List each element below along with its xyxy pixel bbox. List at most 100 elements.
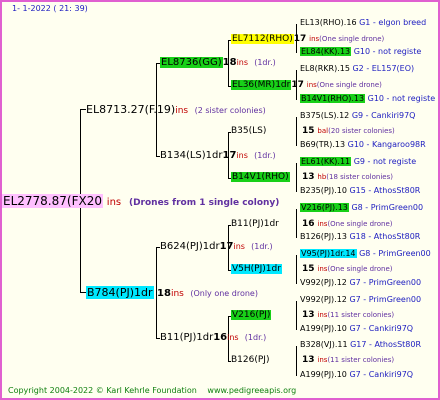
gen3-ins: ins: [317, 356, 328, 364]
gen3-name: B11(PJ)1dr: [231, 219, 279, 229]
root-ins: ins: [106, 197, 122, 208]
gen3-detail: 13 ins(11 sister colonies): [302, 356, 394, 365]
gen4-node[interactable]: EL8(RKR).15 G2 - EL157(EO): [300, 65, 414, 73]
gen4-node[interactable]: A199(PJ).10 G7 - Cankiri97Q: [300, 371, 413, 379]
gen3-note: (11 sister colonies): [327, 356, 395, 364]
gen4-name: EL13(RHO).16: [300, 18, 357, 27]
gen3-node[interactable]: B14V1(RHO): [231, 172, 290, 182]
parent-node[interactable]: EL8713.27(F.19)ins (2 sister colonies): [86, 104, 266, 116]
grandparent-ins: ins: [236, 58, 249, 67]
gen3-ins: ins: [317, 220, 328, 228]
gen4-info: G10 - not registe: [353, 47, 422, 56]
gen4-name: V216(PJ).13: [300, 203, 349, 212]
gen4-info: G15 - AthosSt80R: [349, 186, 421, 195]
gen4-node[interactable]: B328(VJ).11 G17 - AthosSt80R: [300, 341, 421, 349]
header-date: 1- 1-2022 ( 21: 39): [12, 4, 88, 13]
gen3-node[interactable]: V216(PJ): [231, 310, 272, 320]
grandparent-name: B134(LS)1dr: [160, 150, 223, 161]
gen3-node[interactable]: B126(PJ): [231, 356, 269, 365]
gen3-node[interactable]: B35(LS): [231, 127, 266, 136]
gen4-node[interactable]: B235(PJ).10 G15 - AthosSt80R: [300, 187, 420, 195]
parent-name: EL8713.27(F.19): [86, 103, 176, 116]
connector: [296, 301, 297, 330]
gen4-info: G7 - Cankiri97Q: [349, 370, 414, 379]
gen3-name: V5H(PJ)1dr: [231, 264, 282, 274]
gen3-num: 15: [302, 126, 315, 136]
gen4-info: G9 - Cankiri97Q: [351, 111, 416, 120]
gen3-note: (11 sister colonies): [327, 311, 395, 319]
gen4-name: A199(PJ).10: [300, 370, 347, 379]
gen4-node[interactable]: V95(PJ)1dr.14 G8 - PrimGreen00: [300, 249, 431, 258]
root-node[interactable]: EL2778.87(FX20 ins (Drones from 1 single…: [2, 194, 279, 208]
grandparent-num: 18: [222, 57, 237, 68]
parent-note: (Only one drone): [190, 289, 258, 298]
gen3-node[interactable]: EL36(MR)1dr17 ins(One single drone): [231, 80, 382, 90]
gen4-name: B235(PJ).10: [300, 186, 347, 195]
gen3-node[interactable]: V5H(PJ)1dr: [231, 264, 282, 274]
gen4-node[interactable]: V992(PJ).12 G7 - PrimGreen00: [300, 279, 421, 287]
gen4-info: G10 - Kangaroo98R: [347, 140, 426, 149]
gen4-node[interactable]: B375(LS).12 G9 - Cankiri97Q: [300, 112, 415, 120]
gen3-num: 15: [302, 264, 315, 274]
grandparent-note: (1dr.): [254, 151, 276, 160]
gen4-name: B126(PJ).13: [300, 232, 347, 241]
grandparent-num: 17: [219, 241, 234, 252]
grandparent-node[interactable]: EL8736(GG)18ins (1dr.): [160, 57, 276, 68]
parent-ins: ins: [170, 289, 184, 299]
gen4-name: EL8(RKR).15: [300, 64, 350, 73]
connector: [296, 163, 297, 192]
grandparent-node[interactable]: B624(PJ)1dr17ins (1dr.): [160, 242, 273, 252]
gen3-node[interactable]: B11(PJ)1dr: [231, 220, 279, 229]
gen4-node[interactable]: EL84(KK).13 G10 - not registe: [300, 47, 422, 56]
gen4-name: EL84(KK).13: [300, 47, 352, 56]
grandparent-note: (1dr.): [244, 333, 267, 342]
gen4-name: B328(VJ).11: [300, 340, 348, 349]
gen3-name: EL7112(RHO): [231, 34, 294, 44]
grandparent-name: B11(PJ)1dr: [160, 332, 214, 343]
gen4-node[interactable]: B126(PJ).13 G18 - AthosSt80R: [300, 233, 420, 241]
grandparent-node[interactable]: B11(PJ)1dr16ins (1dr.): [160, 333, 266, 343]
gen4-node[interactable]: A199(PJ).10 G7 - Cankiri97Q: [300, 325, 413, 333]
grandparent-ins: ins: [236, 151, 248, 160]
gen4-node[interactable]: B69(TR).13 G10 - Kangaroo98R: [300, 141, 426, 149]
gen4-info: G9 - not registe: [353, 157, 417, 166]
grandparent-node[interactable]: B134(LS)1dr17ins (1dr.): [160, 151, 276, 161]
gen3-name: EL36(MR)1dr: [231, 80, 292, 90]
gen3-ins: ins: [309, 35, 320, 43]
gen4-info: G7 - PrimGreen00: [349, 295, 422, 304]
parent-num: 18: [157, 288, 171, 299]
gen3-note: (One single drone): [327, 265, 393, 273]
gen3-num: 13: [302, 172, 315, 182]
gen4-name: B69(TR).13: [300, 140, 346, 149]
gen3-node[interactable]: EL7112(RHO)17 ins(One single drone): [231, 34, 385, 44]
connector: [296, 255, 297, 284]
gen3-ins: bal: [317, 127, 329, 135]
gen3-ins: ins: [317, 265, 328, 273]
grandparent-ins: ins: [233, 242, 245, 251]
parent-node[interactable]: B784(PJ)1dr 18ins (Only one drone): [86, 286, 258, 299]
parent-name: B784(PJ)1dr: [86, 286, 154, 299]
pedigree-frame: 1- 1-2022 ( 21: 39) EL2778.87(FX20 ins (…: [0, 0, 440, 400]
gen4-name: B14V1(RHO).13: [300, 94, 366, 103]
gen4-node[interactable]: EL61(KK).11 G9 - not registe: [300, 157, 417, 166]
gen3-detail: 13 hb(18 sister colonies): [302, 173, 393, 182]
root-name: EL2778.87(FX20: [2, 194, 103, 208]
gen4-name: V95(PJ)1dr.14: [300, 249, 357, 258]
grandparent-note: (1dr.): [254, 58, 276, 67]
gen3-ins: ins: [306, 81, 317, 89]
grandparent-num: 17: [222, 150, 237, 161]
gen3-name: B126(PJ): [231, 355, 270, 365]
gen4-info: G7 - Cankiri97Q: [349, 324, 414, 333]
gen4-info: G1 - elgon breed: [359, 18, 427, 27]
gen4-node[interactable]: EL13(RHO).16 G1 - elgon breed: [300, 19, 426, 27]
gen4-info: G8 - PrimGreen00: [351, 203, 424, 212]
gen4-node[interactable]: V216(PJ).13 G8 - PrimGreen00: [300, 203, 424, 212]
gen4-name: EL61(KK).11: [300, 157, 352, 166]
gen4-node[interactable]: B14V1(RHO).13 G10 - not registe: [300, 94, 435, 103]
gen4-node[interactable]: V992(PJ).12 G7 - PrimGreen00: [300, 296, 421, 304]
gen4-info: G2 - EL157(EO): [352, 64, 415, 73]
gen3-note: (One single drone): [319, 35, 385, 43]
gen4-name: V992(PJ).12: [300, 278, 347, 287]
footer-site[interactable]: www.pedigreeapis.org: [207, 386, 296, 395]
gen4-info: G8 - PrimGreen00: [359, 249, 431, 258]
